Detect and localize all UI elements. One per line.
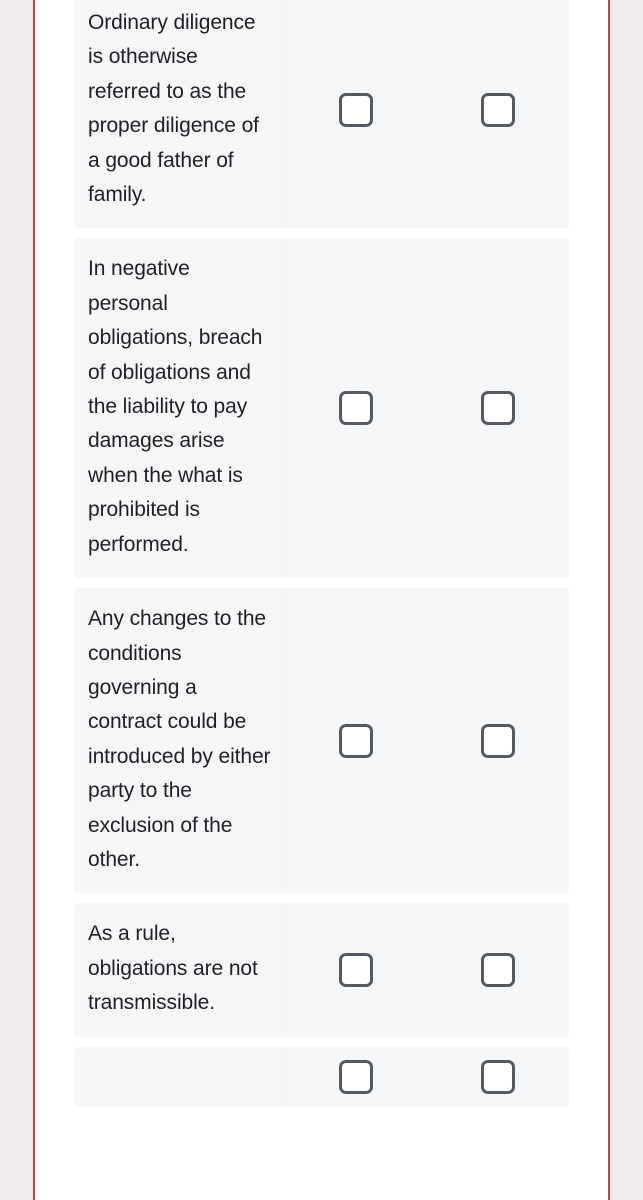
quiz-page: Ordinary diligence is otherwise referred… [0,0,643,1200]
right-margin-rule [608,0,610,1200]
question-statement: Any changes to the conditions governing … [88,607,271,871]
answer-column-true [284,1046,427,1107]
question-statement: Ordinary diligence is otherwise referred… [88,11,259,207]
answer-columns [284,903,569,1037]
question-card: In negative personal obligations, breach… [74,238,569,579]
question-statement: In negative personal obligations, breach… [88,257,263,556]
checkbox-true-icon[interactable] [339,952,373,987]
question-statement: As a rule, obligations are not transmiss… [88,922,258,1015]
content-sheet: Ordinary diligence is otherwise referred… [35,0,608,1200]
question-card: As a rule, obligations are not transmiss… [74,903,569,1037]
answer-columns [284,0,569,229]
checkbox-true-icon[interactable] [339,1059,373,1094]
answer-column-false [427,1047,569,1107]
answer-columns [284,1046,569,1107]
answer-column-true [284,0,427,229]
answer-column-false [427,238,569,578]
checkbox-true-icon[interactable] [339,391,373,426]
answer-column-false [427,588,569,893]
checkbox-true-icon[interactable] [339,93,373,128]
answer-column-false [427,0,569,228]
question-card [74,1046,569,1107]
checkbox-true-icon[interactable] [339,723,373,758]
answer-column-true [284,588,427,894]
checkbox-false-icon[interactable] [481,1059,515,1094]
answer-columns [284,588,569,894]
checkbox-false-icon[interactable] [481,391,515,426]
answer-column-true [284,903,427,1037]
answer-column-false [427,903,569,1036]
answer-column-true [284,238,427,579]
checkbox-false-icon[interactable] [481,952,515,987]
question-card: Ordinary diligence is otherwise referred… [74,0,569,229]
question-statement [74,1070,284,1084]
checkbox-false-icon[interactable] [481,93,515,128]
answer-columns [284,238,569,579]
question-card: Any changes to the conditions governing … [74,588,569,894]
checkbox-false-icon[interactable] [481,723,515,758]
question-list: Ordinary diligence is otherwise referred… [35,0,608,1117]
